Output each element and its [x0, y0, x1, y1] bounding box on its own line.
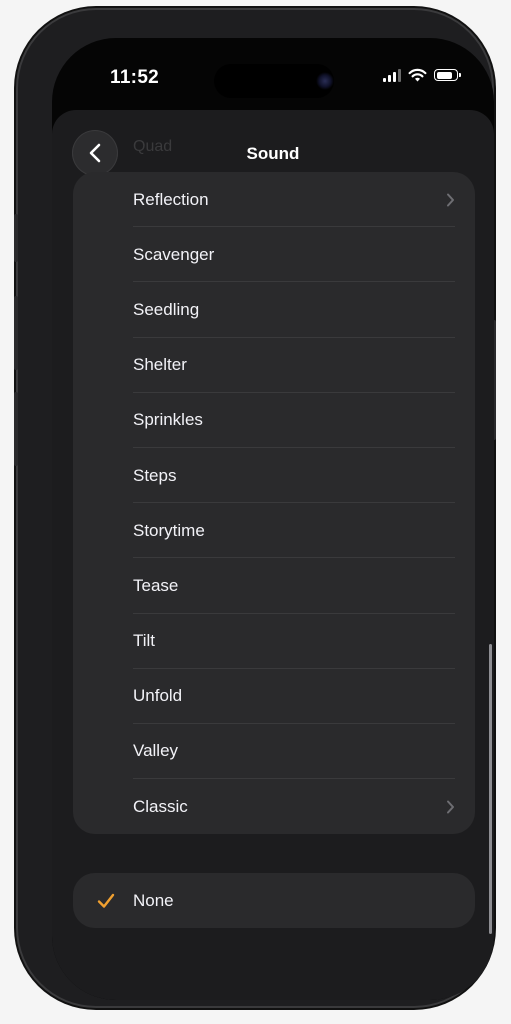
list-item[interactable]: Seedling — [73, 282, 475, 338]
chevron-right-icon — [447, 800, 454, 814]
scrollbar[interactable] — [489, 644, 492, 934]
list-item[interactable]: Shelter — [73, 338, 475, 393]
page-title: Sound — [246, 144, 300, 163]
list-item[interactable]: Scavenger — [73, 227, 475, 283]
sound-name: Sprinkles — [133, 410, 203, 430]
sound-list: Reflection Scavenger Seedling Shelter Sprink… — [73, 172, 475, 834]
phone-frame: 11:52 Quad Sound Reflection Scavenger Se… — [14, 10, 496, 1006]
checkmark-icon — [97, 893, 115, 908]
list-item[interactable]: Valley — [73, 724, 475, 780]
sound-name: Classic — [133, 796, 188, 816]
sound-name: Seedling — [133, 299, 200, 319]
status-time: 11:52 — [110, 67, 160, 88]
volume-down-button — [14, 392, 18, 466]
sound-name: Steps — [133, 465, 177, 485]
sound-name: Reflection — [133, 189, 209, 209]
list-item[interactable]: Unfold — [73, 669, 475, 724]
list-item[interactable]: Reflection — [73, 172, 475, 228]
list-item[interactable]: Tilt — [73, 614, 475, 669]
cellular-signal-icon — [383, 68, 401, 82]
list-item[interactable]: Storytime — [73, 503, 475, 559]
wifi-icon — [408, 68, 427, 82]
sound-name: Tease — [133, 575, 179, 595]
status-icons — [383, 68, 461, 82]
camera-icon — [316, 72, 334, 90]
list-item[interactable]: Sprinkles — [73, 393, 475, 448]
volume-up-button — [14, 296, 18, 370]
chevron-right-icon — [447, 193, 454, 207]
list-item[interactable]: Steps — [73, 448, 475, 504]
list-item[interactable]: Classic — [73, 779, 475, 834]
battery-icon — [434, 69, 461, 81]
sound-settings-sheet: Quad Sound Reflection Scavenger Seedling Sh… — [52, 110, 494, 1000]
action-button — [14, 214, 18, 262]
screen: 11:52 Quad Sound Reflection Scavenger Se… — [52, 38, 494, 1000]
list-item[interactable]: Tease — [73, 558, 475, 614]
sound-name: Shelter — [133, 355, 187, 375]
sound-name: Scavenger — [133, 244, 215, 264]
sound-name: Tilt — [133, 631, 156, 651]
sound-name: Unfold — [133, 686, 183, 706]
sound-name: Valley — [133, 741, 179, 761]
none-option[interactable]: None — [73, 873, 475, 928]
none-option-label: None — [133, 890, 174, 910]
sound-name: Storytime — [133, 520, 205, 540]
